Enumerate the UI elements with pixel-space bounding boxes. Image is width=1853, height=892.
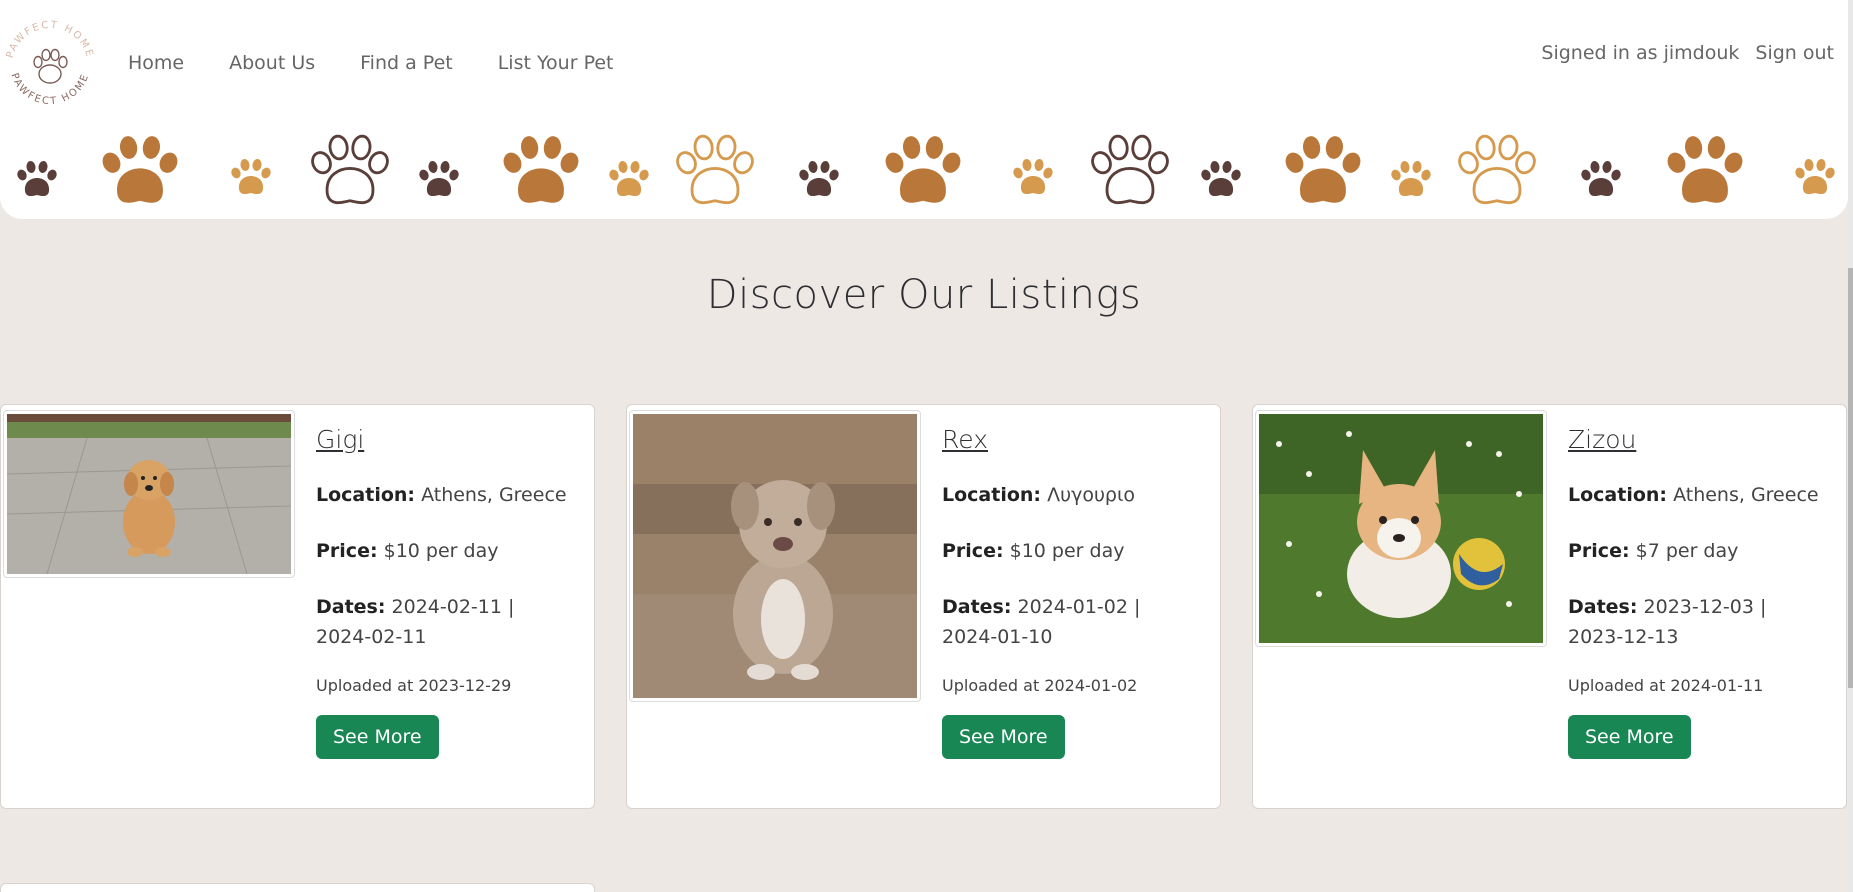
paw-icon [607,160,651,197]
paw-icon [1389,160,1433,197]
nav-list-pet-link[interactable]: List Your Pet [498,52,614,74]
paw-icon [500,135,582,203]
pet-photo [1259,414,1543,643]
user-area: Signed in as jimdouk Sign out [1541,42,1834,64]
dates-row: Dates: 2024-01-02 | 2024-01-10 [942,596,1141,648]
nav-home-link[interactable]: Home [128,52,184,74]
nav-about-link[interactable]: About Us [229,52,315,74]
page-scrollbar[interactable] [1848,0,1853,892]
paw-icon [1664,135,1746,203]
pet-name-link[interactable]: Rex [942,425,988,454]
uploaded-date: Uploaded at 2024-01-02 [942,676,1138,695]
sign-out-link[interactable]: Sign out [1755,42,1834,64]
see-more-button[interactable]: See More [942,715,1065,759]
signed-in-text: Signed in as jimdouk [1541,42,1740,64]
paw-icon [1199,160,1243,197]
listing-info: Gigi Location: Athens, Greece Price: $10… [316,425,574,759]
dates-row: Dates: 2023-12-03 | 2023-12-13 [1568,596,1767,648]
location-row: Location: Λυγουριο [942,484,1136,506]
price-row: Price: $7 per day [1568,540,1739,562]
listing-photo-frame[interactable] [3,410,295,578]
pawfect-home-logo[interactable]: PAWFECT HOME PAWFECT HOME [0,14,100,114]
pet-photo [633,414,917,698]
paw-icon [797,160,841,197]
uploaded-date: Uploaded at 2024-01-11 [1568,676,1764,695]
location-row: Location: Athens, Greece [1568,484,1819,506]
listing-card [0,883,595,892]
paw-icon [882,135,964,203]
uploaded-date: Uploaded at 2023-12-29 [316,676,512,695]
pet-photo [7,414,291,574]
paw-print-banner [15,133,1837,205]
listing-card: Zizou Location: Athens, Greece Price: $7… [1252,404,1847,809]
paw-icon [1282,135,1364,203]
paw-icon [417,160,461,197]
dates-row: Dates: 2024-02-11 | 2024-02-11 [316,596,515,648]
pet-name-link[interactable]: Gigi [316,425,364,454]
paw-icon [307,133,393,205]
paw-icon [1011,158,1055,195]
paw-icon [15,160,59,197]
pet-name-link[interactable]: Zizou [1568,425,1636,454]
see-more-button[interactable]: See More [1568,715,1691,759]
paw-icon [1087,133,1173,205]
listing-card: Gigi Location: Athens, Greece Price: $10… [0,404,595,809]
paw-icon [99,135,181,203]
listing-card: Rex Location: Λυγουριο Price: $10 per da… [626,404,1221,809]
see-more-button[interactable]: See More [316,715,439,759]
site-header: PAWFECT HOME PAWFECT HOME Home About Us … [0,0,1848,219]
listing-photo-frame[interactable] [1255,410,1547,647]
listing-photo-frame[interactable] [629,410,921,702]
paw-icon [1579,160,1623,197]
price-row: Price: $10 per day [316,540,499,562]
main-nav: Home About Us Find a Pet List Your Pet [128,52,659,74]
page-title: Discover Our Listings [706,272,1142,318]
location-row: Location: Athens, Greece [316,484,567,506]
listing-info: Zizou Location: Athens, Greece Price: $7… [1568,425,1826,759]
paw-icon [1793,158,1837,195]
listing-info: Rex Location: Λυγουριο Price: $10 per da… [942,425,1200,759]
price-row: Price: $10 per day [942,540,1125,562]
nav-find-pet-link[interactable]: Find a Pet [360,52,453,74]
paw-icon [1454,133,1540,205]
svg-text:PAWFECT HOME: PAWFECT HOME [8,72,91,108]
scrollbar-thumb[interactable] [1848,268,1853,688]
paw-icon [229,158,273,195]
paw-icon [672,133,758,205]
